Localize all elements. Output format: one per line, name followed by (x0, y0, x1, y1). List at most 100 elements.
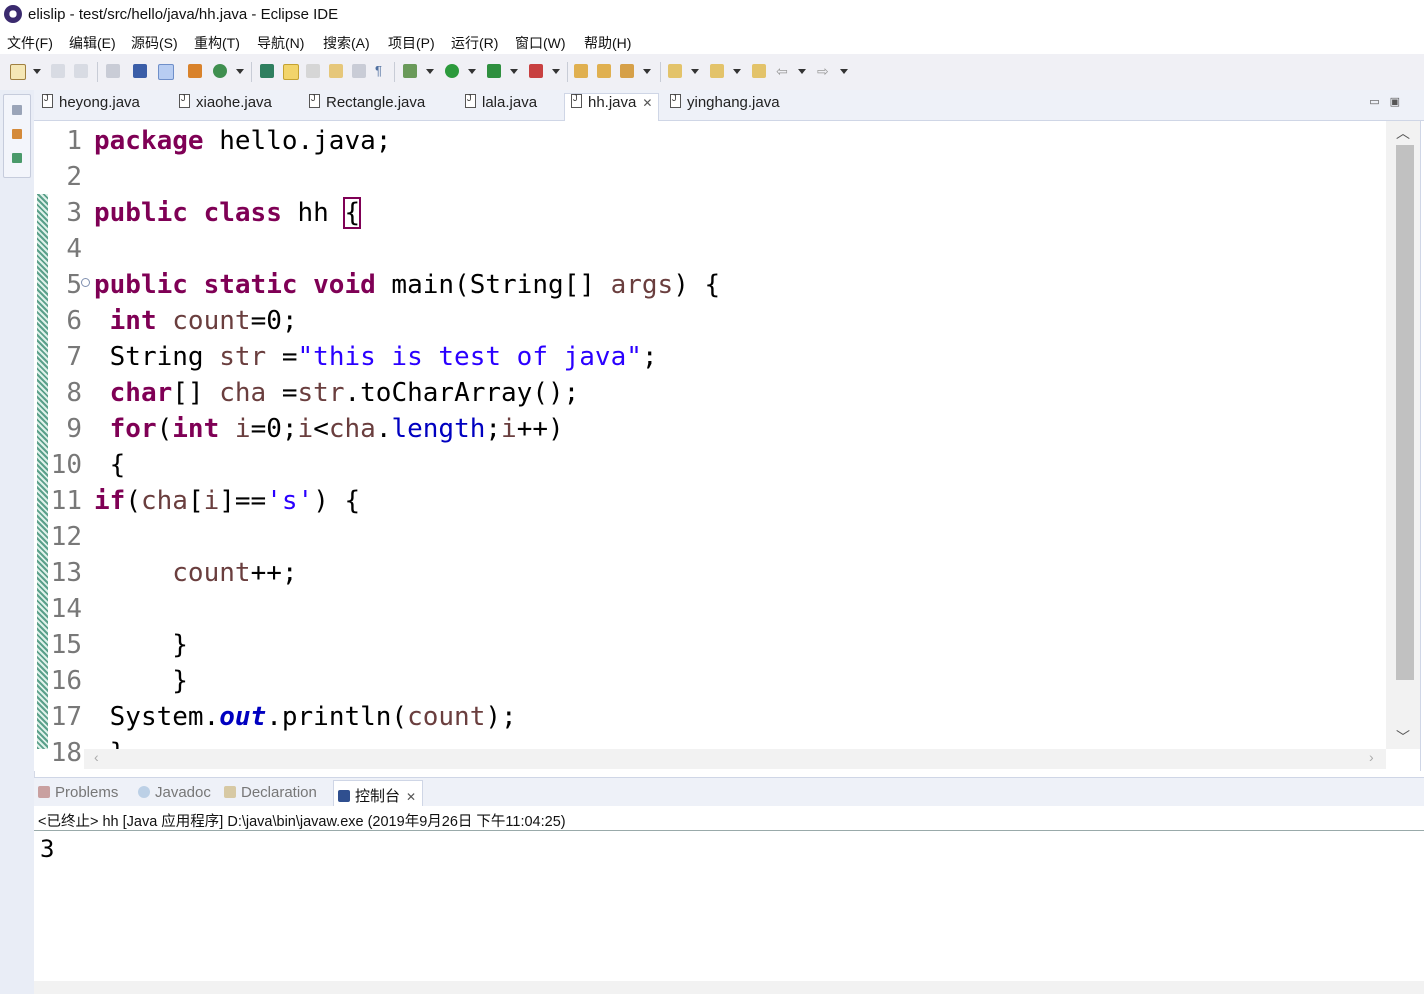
line-number: 12 (50, 522, 82, 552)
save-icon[interactable] (51, 64, 65, 78)
line-number: 6 (66, 306, 82, 336)
menu-refactor[interactable]: 重构(T) (194, 33, 240, 53)
new-icon[interactable] (10, 64, 26, 80)
editor-vertical-scrollbar[interactable]: ︿ ﹀ (1386, 121, 1420, 749)
menu-window[interactable]: 窗口(W) (515, 33, 566, 53)
console-horizontal-scrollbar[interactable] (34, 981, 1424, 994)
menu-file[interactable]: 文件(F) (7, 33, 53, 53)
code-line: } (94, 666, 188, 696)
previous-annotation-icon[interactable] (710, 64, 724, 78)
chevron-right-icon[interactable]: › (1369, 749, 1374, 765)
line-number: 17 (50, 702, 82, 732)
package-explorer-icon[interactable] (12, 129, 22, 139)
line-number: 11 (50, 486, 82, 516)
tab-declaration[interactable]: Declaration (224, 784, 317, 801)
paragraph-icon[interactable]: ¶ (375, 64, 389, 78)
minimize-maximize-icon[interactable]: ▭▣ (1369, 95, 1410, 108)
new-class-icon[interactable] (597, 64, 611, 78)
coverage-icon[interactable] (487, 64, 501, 78)
tab-lala[interactable]: lala.java (465, 93, 538, 120)
refresh-dropdown-icon[interactable] (236, 69, 244, 74)
previous-annotation-dropdown-icon[interactable] (733, 69, 741, 74)
main-toolbar: ¶ ⇦ ⇨ (0, 54, 1424, 91)
tab-yinghang[interactable]: yinghang.java (670, 93, 780, 120)
debug-dropdown-icon[interactable] (426, 69, 434, 74)
close-icon[interactable]: ✕ (642, 96, 652, 110)
console-status-text: <已终止> hh [Java 应用程序] D:\java\bin\javaw.e… (38, 814, 566, 830)
code-line: } (94, 735, 126, 749)
external-tools-dropdown-icon[interactable] (552, 69, 560, 74)
coverage-dropdown-icon[interactable] (510, 69, 518, 74)
line-number: 16 (50, 666, 82, 696)
line-number: 15 (50, 630, 82, 660)
java-file-icon (309, 93, 320, 108)
console-output-text: 3 (40, 835, 55, 863)
code-line: int count=0; (109, 306, 298, 336)
chevron-up-icon[interactable]: ︿ (1396, 123, 1410, 143)
tab-javadoc[interactable]: Javadoc (138, 784, 211, 801)
quick-diff-ruler (37, 194, 48, 749)
last-edit-icon[interactable] (752, 64, 766, 78)
toggle-mark-occurrences-icon[interactable] (158, 64, 174, 80)
menu-source[interactable]: 源码(S) (131, 33, 178, 53)
console-output[interactable]: 3 (34, 831, 1424, 981)
highlight-icon[interactable] (283, 64, 299, 80)
type-hierarchy-icon[interactable] (12, 153, 22, 163)
tab-label: Rectangle.java (326, 94, 426, 111)
new-dropdown-icon[interactable] (33, 69, 41, 74)
menu-navigate[interactable]: 导航(N) (257, 33, 304, 53)
editor-horizontal-scrollbar[interactable]: ‹ › (84, 749, 1386, 769)
window-title: elislip - test/src/hello/java/hh.java - … (28, 6, 339, 23)
debug-icon[interactable] (403, 64, 417, 78)
show-whitespace-icon[interactable] (352, 64, 366, 78)
line-number: 5 (66, 270, 82, 300)
menu-project[interactable]: 项目(P) (388, 33, 435, 53)
tab-label: heyong.java (59, 94, 140, 111)
code-text-area[interactable]: package hello.java; public class hh { pu… (94, 121, 1384, 749)
run-dropdown-icon[interactable] (468, 69, 476, 74)
close-icon[interactable]: ✕ (406, 790, 416, 804)
terminal-icon[interactable] (133, 64, 147, 78)
chevron-down-icon[interactable]: ﹀ (1396, 727, 1410, 747)
java-file-icon (670, 93, 681, 108)
line-number: 4 (66, 234, 82, 264)
pin-icon[interactable] (260, 64, 274, 78)
chevron-left-icon[interactable]: ‹ (94, 749, 99, 765)
forward-icon[interactable]: ⇨ (817, 64, 831, 78)
open-type-icon[interactable] (329, 64, 343, 78)
restore-icon[interactable] (12, 105, 22, 115)
fold-collapse-icon[interactable] (81, 278, 90, 287)
save-all-icon[interactable] (74, 64, 88, 78)
link-icon[interactable] (306, 64, 320, 78)
refresh-icon[interactable] (213, 64, 227, 78)
next-annotation-icon[interactable] (668, 64, 682, 78)
back-icon[interactable]: ⇦ (776, 64, 790, 78)
code-editor[interactable]: 1 2 3 4 5 6 7 8 9 10 11 12 13 14 15 16 1… (34, 121, 1421, 771)
tab-console[interactable]: 控制台 ✕ (333, 780, 424, 807)
tools-icon[interactable] (620, 64, 634, 78)
run-icon[interactable] (445, 64, 459, 78)
tab-label: lala.java (482, 94, 538, 111)
print-icon[interactable] (106, 64, 120, 78)
tab-xiaohe[interactable]: xiaohe.java (179, 93, 272, 120)
menu-run[interactable]: 运行(R) (451, 33, 498, 53)
tab-problems[interactable]: Problems (38, 784, 118, 801)
build-icon[interactable] (188, 64, 202, 78)
tab-rectangle[interactable]: Rectangle.java (309, 93, 426, 120)
menu-edit[interactable]: 编辑(E) (69, 33, 116, 53)
back-dropdown-icon[interactable] (798, 69, 806, 74)
tab-heyong[interactable]: heyong.java (42, 93, 140, 120)
tools-dropdown-icon[interactable] (643, 69, 651, 74)
forward-dropdown-icon[interactable] (840, 69, 848, 74)
tab-label: xiaohe.java (196, 94, 272, 111)
scrollbar-thumb[interactable] (1396, 145, 1414, 680)
next-annotation-dropdown-icon[interactable] (691, 69, 699, 74)
external-tools-icon[interactable] (529, 64, 543, 78)
new-package-icon[interactable] (574, 64, 588, 78)
tab-hh[interactable]: hh.java ✕ (564, 93, 660, 122)
menu-help[interactable]: 帮助(H) (584, 33, 631, 53)
code-line: { (94, 450, 126, 480)
title-bar: elislip - test/src/hello/java/hh.java - … (0, 0, 1424, 30)
matching-bracket: { (343, 197, 362, 229)
menu-search[interactable]: 搜索(A) (323, 33, 370, 53)
